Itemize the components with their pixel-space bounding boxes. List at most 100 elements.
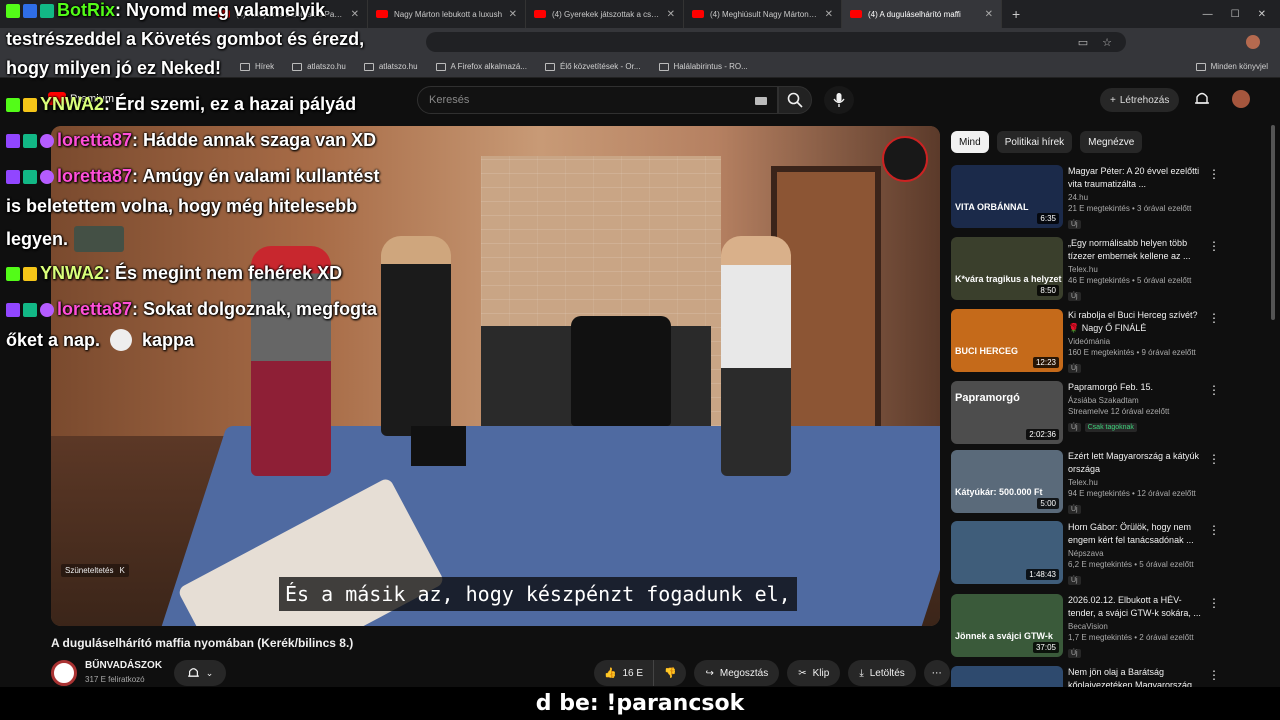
bookmark-star-icon[interactable]: ☆ <box>1102 36 1112 49</box>
notification-settings-button[interactable]: ⌄ <box>174 660 226 686</box>
video-thumbnail[interactable]: Jönnek a svájci GTW-k 37:05 <box>951 594 1063 657</box>
microphone-icon <box>833 93 845 107</box>
folder-icon <box>1195 62 1206 71</box>
more-vertical-icon[interactable]: ⋮ <box>1208 452 1220 466</box>
sidebar-scrollbar[interactable] <box>1271 125 1275 320</box>
recommendation-item[interactable]: 1:48:43 Horn Gábor: Örülök, hogy nem eng… <box>951 521 1251 587</box>
recommendation-item[interactable]: Nem jön olaj a Barátság kőolajvezetéken … <box>951 666 1251 687</box>
new-badge: Új <box>1068 576 1081 585</box>
close-tab-icon[interactable]: ✕ <box>825 9 833 20</box>
create-button[interactable]: + Létrehozás <box>1100 88 1180 112</box>
window-controls: — ☐ ✕ <box>1203 9 1280 20</box>
clip-button[interactable]: ✂ Klip <box>787 660 841 686</box>
browser-profile-avatar[interactable] <box>1246 35 1260 49</box>
recommendation-channel[interactable]: 24.hu <box>1068 193 1208 202</box>
recommendation-item[interactable]: VITA ORBÁNNAL 6:35 Magyar Péter: A 20 évv… <box>951 165 1251 231</box>
maximize-icon[interactable]: ☐ <box>1231 9 1240 20</box>
recommendation-title[interactable]: Ki rabolja el Buci Herceg szívét? 🌹 Nagy… <box>1068 309 1208 335</box>
close-tab-icon[interactable]: ✕ <box>667 9 675 20</box>
install-app-icon[interactable]: ▭ <box>1078 36 1088 49</box>
recommendation-title[interactable]: „Egy normálisabb helyen több tízezer emb… <box>1068 237 1208 263</box>
search-button[interactable] <box>778 86 812 114</box>
recommendation-title[interactable]: Nem jön olaj a Barátság kőolajvezetéken … <box>1068 666 1208 687</box>
browser-tab[interactable]: Nagy Márton lebukott a luxush ✕ <box>368 0 526 28</box>
recommendation-channel[interactable]: Telex.hu <box>1068 478 1208 487</box>
close-tab-icon[interactable]: ✕ <box>351 9 359 20</box>
video-thumbnail[interactable]: K*vára tragikus a helyzet 8:50 <box>951 237 1063 300</box>
account-avatar[interactable] <box>1232 90 1250 108</box>
bookmark-item[interactable]: atlatszo.hu <box>292 62 346 71</box>
new-tab-icon[interactable]: + <box>1012 6 1020 22</box>
video-title: A duguláselhárító maffia nyomában (Kerék… <box>51 636 354 650</box>
recommendation-channel[interactable]: Videómánia <box>1068 337 1208 346</box>
dislike-button[interactable]: 👎 <box>654 660 686 686</box>
more-vertical-icon[interactable]: ⋮ <box>1208 311 1220 325</box>
chip-watched[interactable]: Megnézve <box>1080 131 1143 153</box>
recommendation-title[interactable]: Magyar Péter: A 20 évvel ezelőtti vita t… <box>1068 165 1208 191</box>
more-vertical-icon[interactable]: ⋮ <box>1208 383 1220 397</box>
recommendation-item[interactable]: BUCI HERCEG 12:23 Ki rabolja el Buci Herc… <box>951 309 1251 375</box>
more-actions-button[interactable]: ⋯ <box>923 660 950 686</box>
close-window-icon[interactable]: ✕ <box>1258 9 1266 20</box>
channel-avatar[interactable] <box>51 660 77 686</box>
recommendation-item[interactable]: K*vára tragikus a helyzet 8:50 „Egy normá… <box>951 237 1251 303</box>
video-thumbnail[interactable] <box>951 666 1063 687</box>
download-button[interactable]: ⤓ Letöltés <box>848 660 916 686</box>
search-input[interactable]: Keresés <box>417 86 778 114</box>
video-duration: 1:48:43 <box>1026 569 1059 580</box>
recommendation-item[interactable]: Kátyúkár: 500.000 Ft 5:00 Ezért lett Magy… <box>951 450 1251 516</box>
recommendation-meta: 21 E megtekintés • 3 órával ezelőtt <box>1068 204 1192 213</box>
voice-search-button[interactable] <box>824 86 854 114</box>
close-tab-icon[interactable]: ✕ <box>509 9 517 20</box>
chat-message-cont: őket a nap. kappa <box>6 329 195 351</box>
like-button[interactable]: 👍 16 E <box>594 660 655 686</box>
chat-username: loretta87 <box>57 130 133 150</box>
video-thumbnail[interactable]: 1:48:43 <box>951 521 1063 584</box>
recommendation-channel[interactable]: Ázsiába Szakadtam <box>1068 396 1208 405</box>
recommendation-channel[interactable]: Telex.hu <box>1068 265 1208 274</box>
more-vertical-icon[interactable]: ⋮ <box>1208 167 1220 181</box>
recommendation-item[interactable]: Papramorgó 2:02:36 Papramorgó Feb. 15. Áz… <box>951 381 1251 447</box>
recommendation-title[interactable]: 2026.02.12. Elbukott a HÉV-tender, a svá… <box>1068 594 1208 620</box>
bookmark-item[interactable]: Halálabirintus - RO... <box>658 62 748 71</box>
bookmark-item[interactable]: A Firefox alkalmazá... <box>435 62 527 71</box>
notifications-bell-icon[interactable] <box>1194 90 1210 108</box>
video-thumbnail[interactable]: Papramorgó 2:02:36 <box>951 381 1063 444</box>
more-vertical-icon[interactable]: ⋮ <box>1208 239 1220 253</box>
twitch-icon <box>6 302 20 317</box>
chip-all[interactable]: Mind <box>951 131 989 153</box>
minimize-icon[interactable]: — <box>1203 9 1213 20</box>
channel-name[interactable]: BŰNVADÁSZOK <box>85 660 162 671</box>
browser-tab[interactable]: (4) Gyerekek játszottak a csato ✕ <box>526 0 684 28</box>
recommendation-title[interactable]: Horn Gábor: Örülök, hogy nem engem kért … <box>1068 521 1208 547</box>
url-field[interactable]: ▭ ☆ <box>426 32 1126 52</box>
video-thumbnail[interactable]: VITA ORBÁNNAL 6:35 <box>951 165 1063 228</box>
bookmark-item[interactable]: atlatszo.hu <box>363 62 418 71</box>
recommendation-info: Magyar Péter: A 20 évvel ezelőtti vita t… <box>1068 165 1208 231</box>
browser-tab[interactable]: (4) Meghiúsult Nagy Márton Lu ✕ <box>684 0 842 28</box>
scissors-icon: ✂ <box>798 667 807 679</box>
recommendation-channel[interactable]: BecaVision <box>1068 622 1208 631</box>
more-vertical-icon[interactable]: ⋮ <box>1208 596 1220 610</box>
twitch-icon <box>6 169 20 184</box>
bookmark-item[interactable]: Hírek <box>240 62 274 71</box>
keyboard-icon[interactable] <box>755 97 767 105</box>
share-button[interactable]: ↪ Megosztás <box>694 660 780 686</box>
chip-political-news[interactable]: Politikai hírek <box>996 131 1073 153</box>
recommendation-meta: 160 E megtekintés • 9 órával ezelőtt <box>1068 348 1196 357</box>
recommendation-item[interactable]: Jönnek a svájci GTW-k 37:05 2026.02.12. E… <box>951 594 1251 660</box>
close-tab-icon[interactable]: ✕ <box>985 9 993 20</box>
video-thumbnail[interactable]: Kátyúkár: 500.000 Ft 5:00 <box>951 450 1063 513</box>
like-dislike-group: 👍 16 E 👎 <box>594 660 687 686</box>
recommendation-title[interactable]: Papramorgó Feb. 15. <box>1068 381 1208 394</box>
chat-username: loretta87 <box>57 166 133 186</box>
browser-tab-active[interactable]: (4) A duguláselhárító maffi ✕ <box>842 0 1002 28</box>
stream-command-banner: d be: !parancsok <box>0 687 1280 720</box>
recommendation-channel[interactable]: Népszava <box>1068 549 1208 558</box>
bookmark-item[interactable]: Élő közvetítések - Or... <box>545 62 641 71</box>
more-vertical-icon[interactable]: ⋮ <box>1208 523 1220 537</box>
recommendation-title[interactable]: Ezért lett Magyarország a kátyúk országa <box>1068 450 1208 476</box>
all-bookmarks[interactable]: Minden könyvjel <box>1195 62 1280 71</box>
video-thumbnail[interactable]: BUCI HERCEG 12:23 <box>951 309 1063 372</box>
more-vertical-icon[interactable]: ⋮ <box>1208 668 1220 682</box>
